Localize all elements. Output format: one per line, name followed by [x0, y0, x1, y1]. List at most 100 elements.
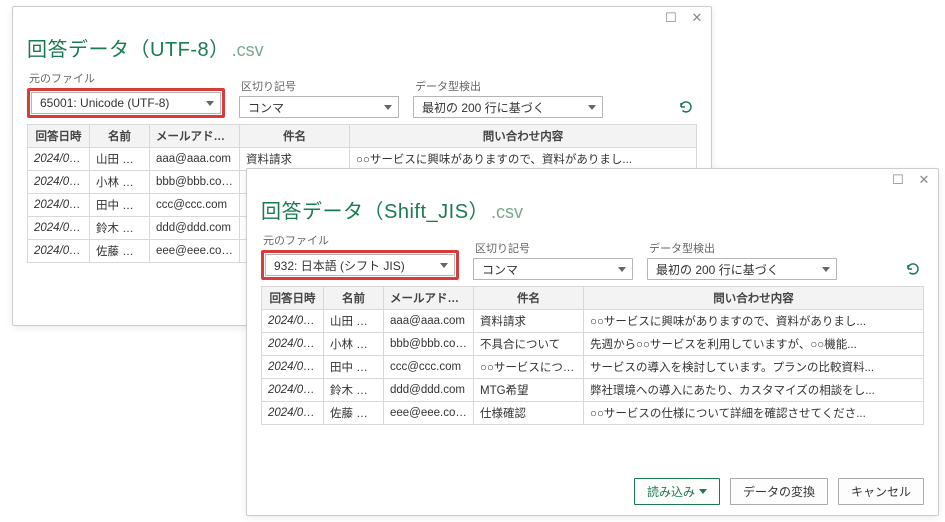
detect-label: データ型検出 — [413, 78, 603, 94]
maximize-icon[interactable]: ☐ — [663, 10, 679, 26]
cancel-button-label: キャンセル — [851, 483, 911, 500]
detect-combo-value: 最初の 200 行に基づく — [656, 261, 779, 278]
col-header: 問い合わせ内容 — [350, 125, 697, 148]
cell-mail: ccc@ccc.com — [150, 194, 240, 217]
origin-combo[interactable]: 65001: Unicode (UTF-8) — [31, 92, 221, 114]
cell-date: 2024/07/30 — [28, 217, 90, 240]
cell-mail: ddd@ddd.com — [384, 379, 474, 402]
chevron-down-icon — [206, 101, 214, 106]
cell-body: サービスの導入を検討しています。プランの比較資料... — [584, 356, 924, 379]
col-header: 回答日時 — [28, 125, 90, 148]
col-header: メールアドレス — [150, 125, 240, 148]
cancel-button[interactable]: キャンセル — [838, 478, 924, 505]
origin-combo[interactable]: 932: 日本語 (シフト JIS) — [265, 254, 455, 276]
dialog-title: 回答データ（UTF-8） — [27, 39, 230, 61]
dialog-buttons: 読み込み データの変換 キャンセル — [634, 478, 924, 505]
col-header: 件名 — [240, 125, 350, 148]
cell-body: ○○サービスの仕様について詳細を確認させてくださ... — [584, 402, 924, 425]
delimiter-label: 区切り記号 — [239, 78, 399, 94]
highlight-origin: 932: 日本語 (シフト JIS) — [261, 250, 459, 280]
dialog-title: 回答データ（Shift_JIS） — [261, 201, 489, 223]
cell-body: ○○サービスに興味がありますので、資料がありまし... — [584, 310, 924, 333]
close-icon[interactable]: ✕ — [689, 10, 705, 26]
cell-name: 小林 花子 — [324, 333, 384, 356]
cell-date: 2024/07/30 — [262, 356, 324, 379]
cell-date: 2024/07/30 — [262, 402, 324, 425]
delimiter-combo-value: コンマ — [482, 261, 518, 278]
refresh-icon[interactable] — [902, 258, 924, 280]
cell-name: 田中 一郎 — [90, 194, 150, 217]
cell-subj: 仕様確認 — [474, 402, 584, 425]
chevron-down-icon — [822, 267, 830, 272]
cell-subj: 資料請求 — [474, 310, 584, 333]
cell-body: 弊社環境への導入にあたり、カスタマイズの相談をし... — [584, 379, 924, 402]
cell-date: 2024/07/30 — [28, 171, 90, 194]
delimiter-combo[interactable]: コンマ — [473, 258, 633, 280]
cell-name: 小林 花子 — [90, 171, 150, 194]
preview-table: 回答日時 名前 メールアドレス 件名 問い合わせ内容 2024/07/30山田 … — [261, 286, 924, 425]
cell-mail: eee@eee.co.jp — [384, 402, 474, 425]
origin-combo-value: 932: 日本語 (シフト JIS) — [274, 257, 405, 274]
table-row: 2024/07/30山田 太郎aaa@aaa.com資料請求○○サービスに興味が… — [262, 310, 924, 333]
load-button[interactable]: 読み込み — [634, 478, 720, 505]
cell-subj: ○○サービスについて — [474, 356, 584, 379]
delimiter-combo[interactable]: コンマ — [239, 96, 399, 118]
dialog-title-ext: .csv — [491, 202, 523, 222]
close-icon[interactable]: ✕ — [916, 172, 932, 188]
chevron-down-icon — [699, 489, 707, 494]
detect-combo-value: 最初の 200 行に基づく — [422, 99, 545, 116]
col-header: メールアドレス — [384, 287, 474, 310]
titlebar: ☐ ✕ — [13, 7, 711, 29]
table-row: 2024/07/30田中 一郎ccc@ccc.com○○サービスについてサービス… — [262, 356, 924, 379]
col-header: 名前 — [90, 125, 150, 148]
load-button-label: 読み込み — [647, 483, 695, 500]
table-row: 2024/07/30鈴木 春子ddd@ddd.comMTG希望弊社環境への導入に… — [262, 379, 924, 402]
titlebar: ☐ ✕ — [247, 169, 938, 191]
cell-mail: aaa@aaa.com — [150, 148, 240, 171]
chevron-down-icon — [588, 105, 596, 110]
detect-combo[interactable]: 最初の 200 行に基づく — [647, 258, 837, 280]
detect-combo[interactable]: 最初の 200 行に基づく — [413, 96, 603, 118]
cell-date: 2024/07/30 — [262, 379, 324, 402]
table-row: 2024/07/30佐藤 良太eee@eee.co.jp仕様確認○○サービスの仕… — [262, 402, 924, 425]
cell-name: 佐藤 良太 — [324, 402, 384, 425]
cell-name: 田中 一郎 — [324, 356, 384, 379]
col-header: 件名 — [474, 287, 584, 310]
cell-name: 山田 太郎 — [90, 148, 150, 171]
cell-name: 鈴木 春子 — [324, 379, 384, 402]
controls-row: 元のファイル 65001: Unicode (UTF-8) 区切り記号 コンマ … — [13, 70, 711, 124]
cell-body: 先週から○○サービスを利用していますが、○○機能... — [584, 333, 924, 356]
chevron-down-icon — [384, 105, 392, 110]
cell-subj: 不具合について — [474, 333, 584, 356]
highlight-origin: 65001: Unicode (UTF-8) — [27, 88, 225, 118]
cell-name: 鈴木 春子 — [90, 217, 150, 240]
refresh-icon[interactable] — [675, 96, 697, 118]
cell-date: 2024/07/30 — [28, 148, 90, 171]
cell-mail: eee@eee.co.jp — [150, 240, 240, 263]
dialog-sjis: ☐ ✕ 回答データ（Shift_JIS）.csv 元のファイル 932: 日本語… — [246, 168, 939, 516]
chevron-down-icon — [440, 263, 448, 268]
delimiter-label: 区切り記号 — [473, 240, 633, 256]
cell-mail: ccc@ccc.com — [384, 356, 474, 379]
maximize-icon[interactable]: ☐ — [890, 172, 906, 188]
transform-button[interactable]: データの変換 — [730, 478, 828, 505]
cell-mail: aaa@aaa.com — [384, 310, 474, 333]
cell-date: 2024/07/30 — [262, 310, 324, 333]
controls-row: 元のファイル 932: 日本語 (シフト JIS) 区切り記号 コンマ データ型… — [247, 232, 938, 286]
cell-mail: ddd@ddd.com — [150, 217, 240, 240]
delimiter-combo-value: コンマ — [248, 99, 284, 116]
dialog-title-ext: .csv — [232, 40, 264, 60]
chevron-down-icon — [618, 267, 626, 272]
cell-name: 山田 太郎 — [324, 310, 384, 333]
cell-subj: MTG希望 — [474, 379, 584, 402]
dialog-heading: 回答データ（UTF-8）.csv — [13, 29, 711, 70]
cell-mail: bbb@bbb.co.jp — [150, 171, 240, 194]
origin-label: 元のファイル — [27, 70, 225, 86]
cell-date: 2024/07/30 — [28, 240, 90, 263]
detect-label: データ型検出 — [647, 240, 837, 256]
cell-date: 2024/07/30 — [28, 194, 90, 217]
table-row: 2024/07/30小林 花子bbb@bbb.co.jp不具合について先週から○… — [262, 333, 924, 356]
transform-button-label: データの変換 — [743, 483, 815, 500]
col-header: 名前 — [324, 287, 384, 310]
col-header: 問い合わせ内容 — [584, 287, 924, 310]
